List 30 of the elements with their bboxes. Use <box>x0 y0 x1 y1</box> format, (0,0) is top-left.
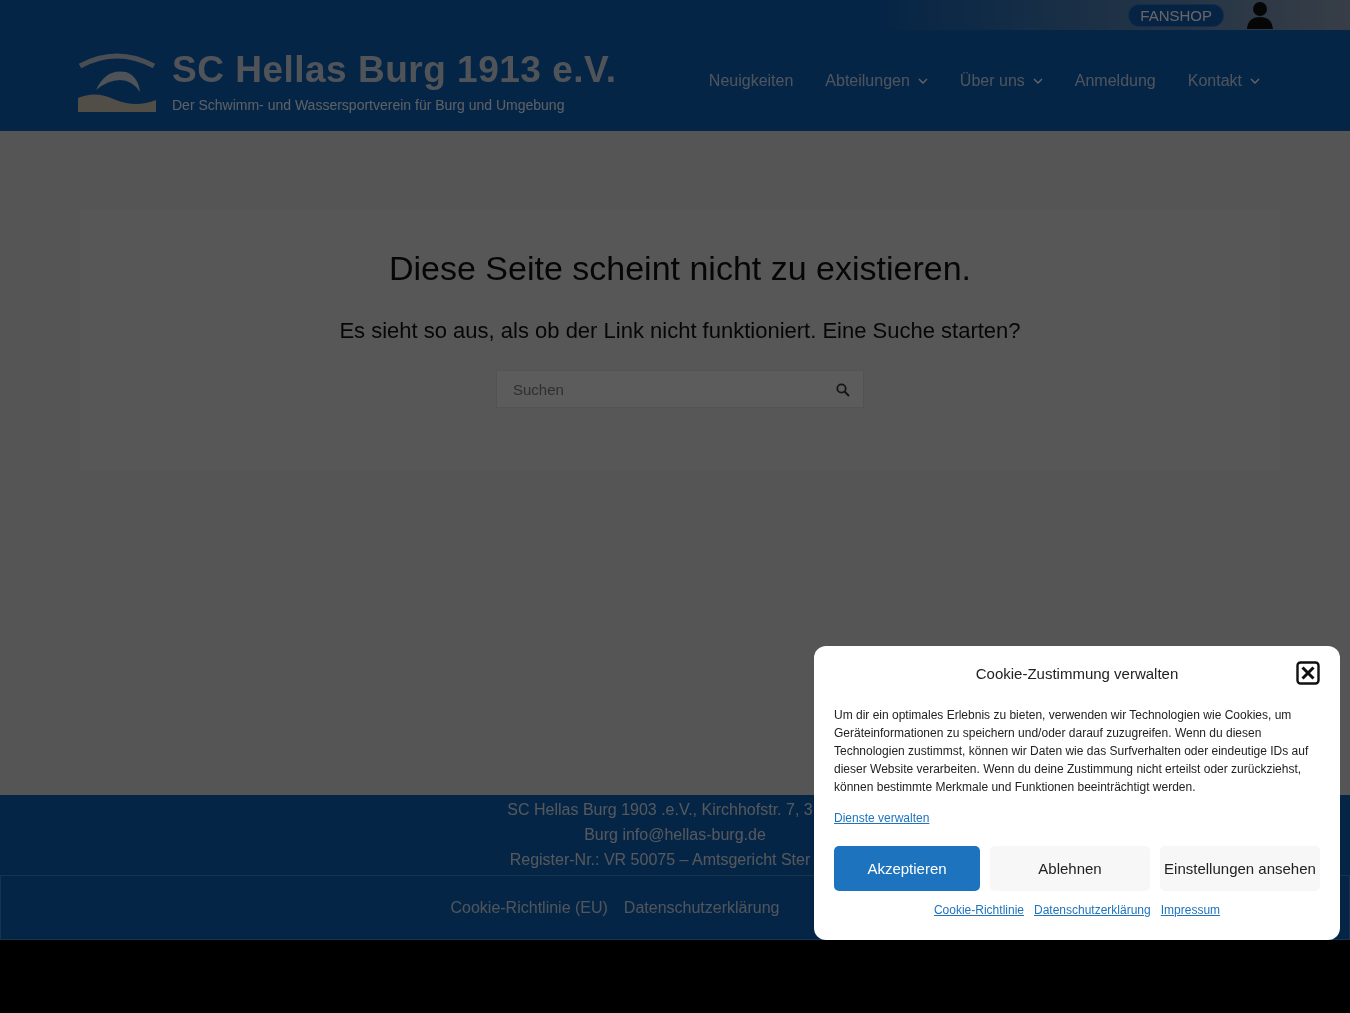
not-found-text: Es sieht so aus, als ob der Link nicht funktioniert. Eine Suche starten? <box>339 318 1021 344</box>
footer-text: Register-Nr.: VR 50075 – Amtsgericht Ster <box>509 851 811 869</box>
footer-link[interactable]: Datenschutzerklärung <box>623 898 780 917</box>
accept-button[interactable]: Akzeptieren <box>834 846 980 891</box>
footer-link[interactable]: Cookie-Richtlinie (EU) <box>450 898 608 917</box>
site-tagline: Der Schwimm- und Wassersportverein für Burg und Umgebung <box>172 96 566 113</box>
close-icon[interactable] <box>1296 661 1320 685</box>
dialog-button[interactable]: Einstellungen ansehen <box>1160 846 1320 891</box>
nav-link[interactable]: Abteilungen <box>825 71 928 90</box>
nav-link[interactable]: Kontakt <box>1187 71 1260 90</box>
dialog-title: Cookie-Zustimmung verwalten <box>975 664 1179 682</box>
caret-icon[interactable] <box>1250 77 1260 84</box>
nav-link[interactable]: Anmeldung <box>1074 71 1156 90</box>
dialog-link[interactable]: Impressum <box>1160 903 1221 917</box>
footer-text: SC Hellas Burg 1903 .e.V., Kirchhofstr. 7, 3 <box>507 801 813 819</box>
nav-link[interactable]: Neuigkeiten <box>708 71 794 90</box>
manage-services-link[interactable]: Dienste verwalten <box>834 811 930 825</box>
dialog-text: Um dir ein optimales Erlebnis zu bieten, verwenden wir Technologien wie Cookies, um Geräteinformationen zu speichern und/oder darauf zuzugreifen. Wenn du diesen Technologien zustimmst, können wir Daten wie das Surfverhalten oder eindeutige IDs auf dieser Website verarbeiten. Wenn du deine Zustimmung nicht erteilst oder zurückziehst, können bestimmte Merkmale und Funktionen beeinträchtigt werden. <box>834 707 1310 796</box>
caret-icon[interactable] <box>1032 77 1043 84</box>
site-title[interactable]: SC Hellas Burg 1913 e.V. <box>172 48 617 91</box>
search-icon[interactable] <box>836 383 850 397</box>
user-icon[interactable] <box>1246 1 1274 29</box>
nav-link[interactable]: Über uns <box>959 71 1043 90</box>
dialog-link[interactable]: Datenschutzerklärung <box>1034 903 1151 917</box>
caret-icon[interactable] <box>917 77 928 84</box>
fanshop-link[interactable]: FANSHOP <box>1128 3 1224 27</box>
dialog-link[interactable]: Cookie-Richtlinie <box>933 903 1024 917</box>
footer-text: Burg info@hellas-burg.de <box>584 826 766 844</box>
page-heading: Diese Seite scheint nicht zu existieren. <box>388 249 972 288</box>
dialog-button[interactable]: Ablehnen <box>990 846 1150 891</box>
